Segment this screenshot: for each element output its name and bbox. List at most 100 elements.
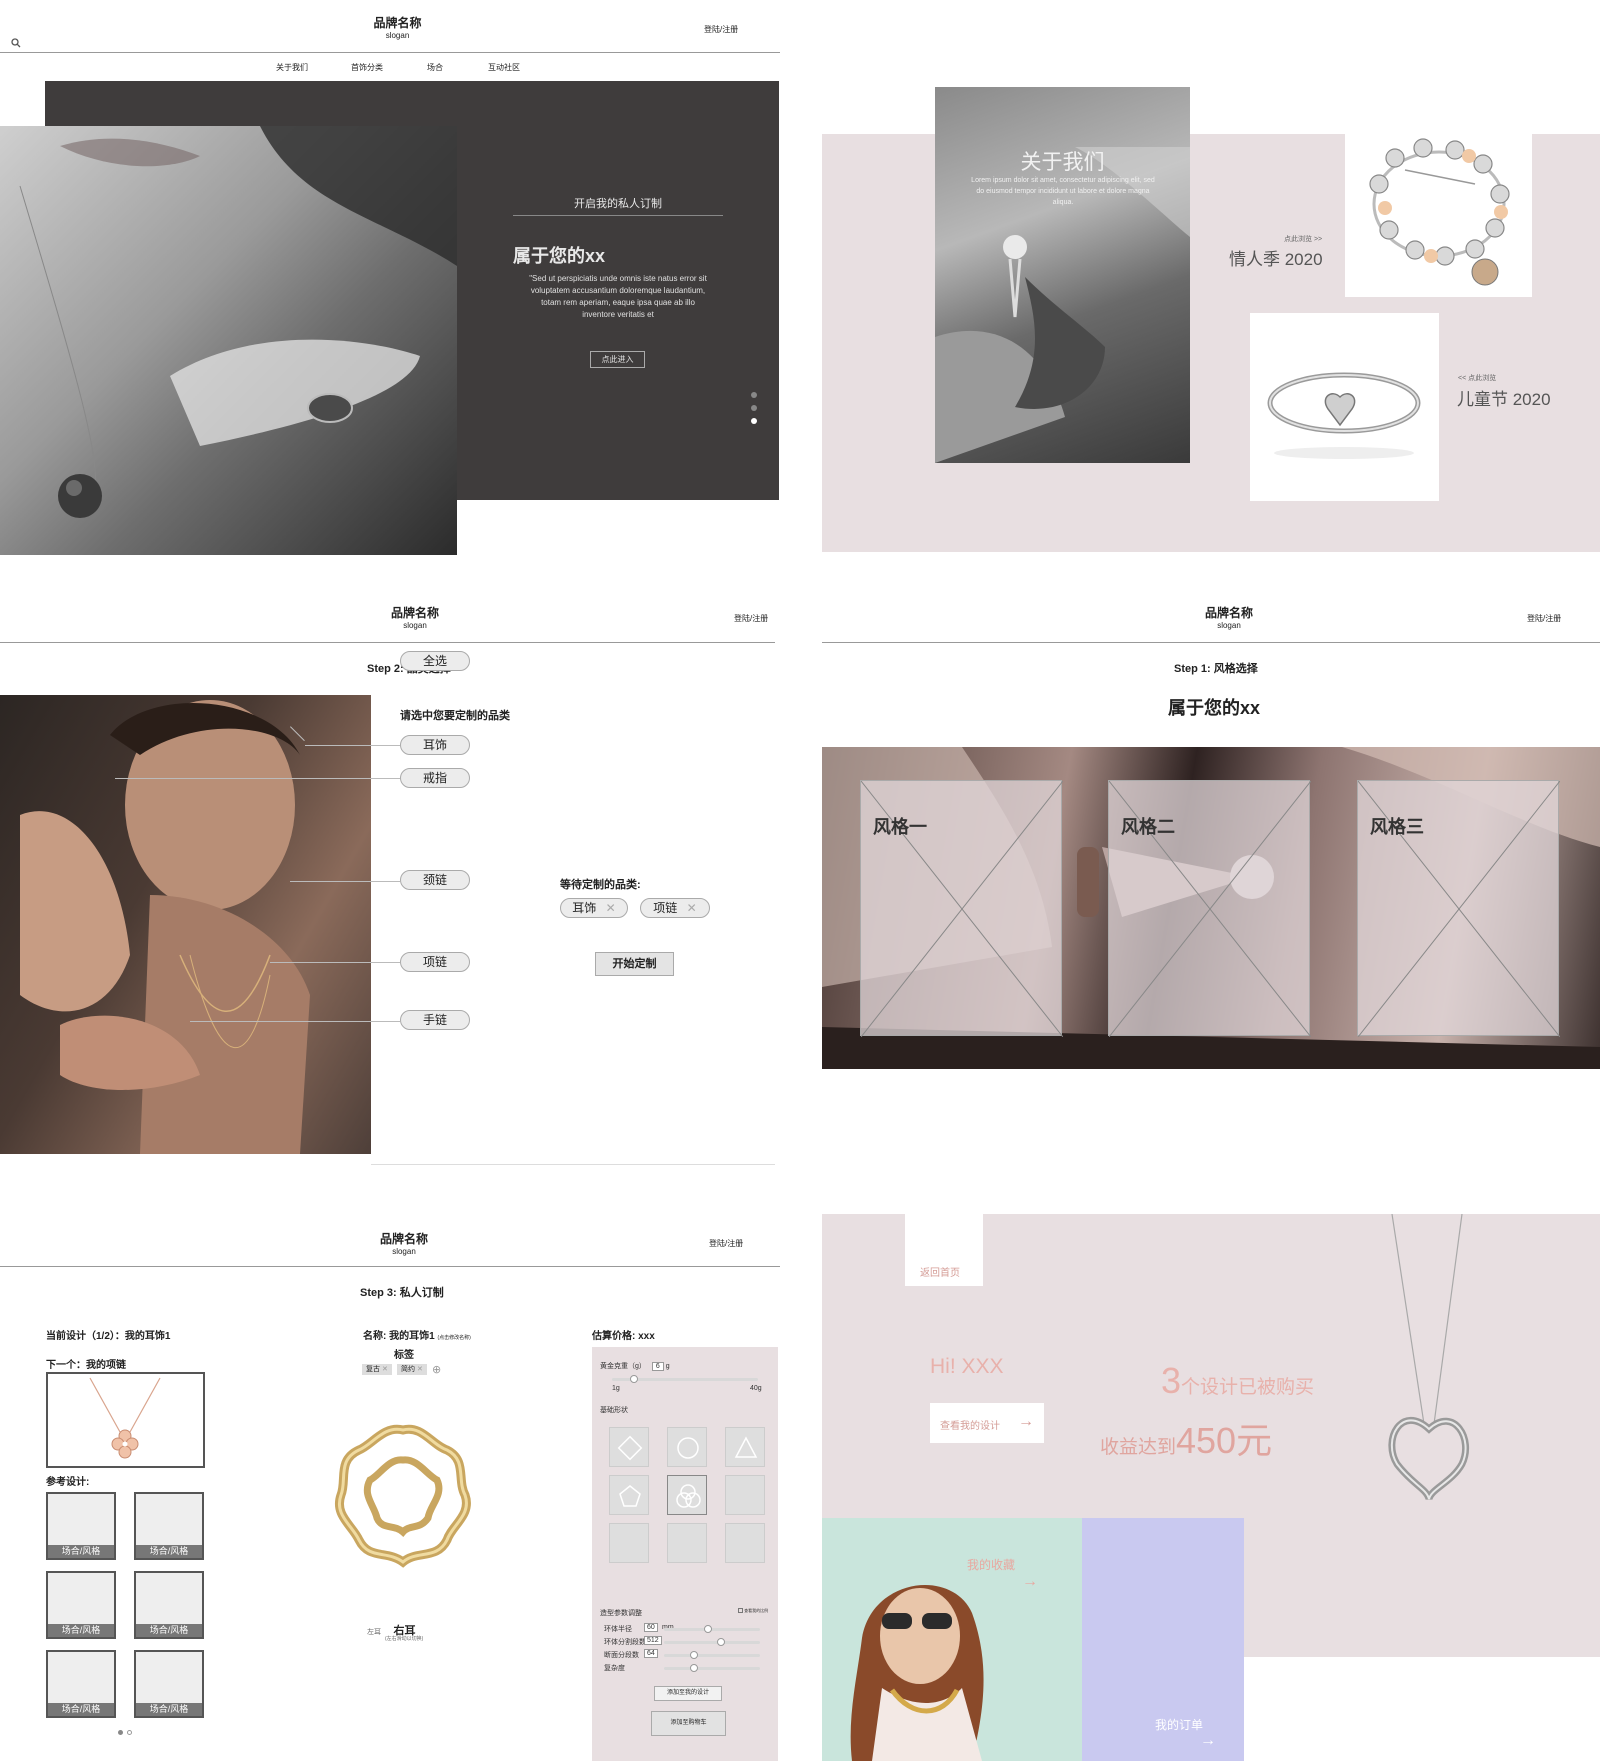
valentine-bracelet-photo[interactable] <box>1345 104 1532 297</box>
param-value[interactable]: 512 <box>644 1636 662 1645</box>
next-design-preview[interactable] <box>46 1372 205 1468</box>
orders-card[interactable]: 我的订单 → <box>1082 1518 1244 1761</box>
arrow-right-icon: → <box>1200 1732 1216 1749</box>
nav-item-community[interactable]: 互动社区 <box>488 62 520 73</box>
earring-preview[interactable] <box>332 1420 474 1570</box>
page-dot[interactable] <box>127 1730 132 1735</box>
brand-block[interactable]: 品牌名称 slogan <box>340 14 455 40</box>
nav-item-category[interactable]: 首饰分类 <box>351 62 383 73</box>
reference-thumb-4[interactable]: 场合/风格 <box>134 1571 204 1639</box>
carousel-dot[interactable] <box>751 405 757 411</box>
reference-thumb-5[interactable]: 场合/风格 <box>46 1650 116 1718</box>
remove-icon[interactable]: ✕ <box>606 901 616 915</box>
category-choker[interactable]: 颈链 <box>400 870 470 890</box>
reference-thumb-2[interactable]: 场合/风格 <box>134 1492 204 1560</box>
favorites-card[interactable]: 我的收藏 → <box>822 1518 1082 1761</box>
shape-circle[interactable] <box>667 1427 707 1467</box>
add-tag-icon[interactable]: ⊕ <box>432 1363 441 1376</box>
checkbox-icon[interactable] <box>738 1608 743 1614</box>
next-design-label[interactable]: 下一个：我的项链 <box>46 1356 126 1371</box>
shape-empty[interactable] <box>725 1475 765 1515</box>
design-page-dots <box>118 1730 138 1736</box>
back-home-tab[interactable]: 返回首页 <box>905 1214 983 1286</box>
param-label: 复杂度 <box>604 1665 625 1672</box>
param-value[interactable]: 64 <box>644 1649 658 1658</box>
current-design-label: 当前设计（1/2）：我的耳饰1 <box>46 1331 171 1342</box>
enter-button[interactable]: 点此进入 <box>590 351 645 368</box>
category-bracelet[interactable]: 手链 <box>400 1010 470 1030</box>
ear-left-option[interactable]: 左耳 <box>367 1629 381 1636</box>
gold-weight-slider[interactable] <box>612 1375 758 1383</box>
shape-cluster-selected[interactable] <box>667 1475 707 1515</box>
slider-knob[interactable] <box>717 1638 725 1646</box>
search-icon[interactable] <box>11 35 21 48</box>
view-designs-button[interactable]: 查看我的设计 → <box>930 1403 1044 1443</box>
start-custom-button[interactable]: 开始定制 <box>595 952 674 976</box>
design-name-label[interactable]: 名称: 我的耳饰1 (点击修改名称) <box>363 1327 471 1342</box>
login-link[interactable]: 登陆/注册 <box>734 613 768 624</box>
shape-empty[interactable] <box>609 1523 649 1563</box>
valentine-title[interactable]: 情人季 2020 <box>1229 245 1323 270</box>
children-browse-link[interactable]: << 点此浏览 <box>1458 373 1496 383</box>
style-option-1[interactable]: 风格一 <box>860 780 1063 1037</box>
shape-triangle[interactable] <box>725 1427 765 1467</box>
shape-empty[interactable] <box>725 1523 765 1563</box>
view-ratio-checkbox[interactable]: 查看我的比例 <box>738 1608 768 1614</box>
style-option-label: 风格一 <box>873 817 927 837</box>
brand-block[interactable]: 品牌名称 slogan <box>380 604 450 630</box>
add-to-cart-button[interactable]: 添加至购物车 <box>651 1711 726 1736</box>
reference-thumb-1[interactable]: 场合/风格 <box>46 1492 116 1560</box>
category-ring[interactable]: 戒指 <box>400 768 470 788</box>
step-title: Step 1: 风格选择 <box>1174 663 1258 675</box>
style-page-title: 属于您的xx <box>1168 698 1261 718</box>
shape-pentagon[interactable] <box>609 1475 649 1515</box>
children-title[interactable]: 儿童节 2020 <box>1457 385 1551 410</box>
brand-block[interactable]: 品牌名称 slogan <box>369 1230 439 1256</box>
remove-icon[interactable]: ✕ <box>417 1366 423 1373</box>
param-slider[interactable] <box>664 1651 760 1659</box>
slider-knob[interactable] <box>690 1651 698 1659</box>
add-to-design-button[interactable]: 添加至我的设计 <box>654 1686 722 1701</box>
param-adjust-label: 造型参数调整 <box>600 1610 642 1617</box>
tag-chip-label: 复古 <box>366 1366 380 1373</box>
pending-chip-label: 项链 <box>653 901 678 915</box>
remove-icon[interactable]: ✕ <box>687 901 697 915</box>
reference-thumb-6[interactable]: 场合/风格 <box>134 1650 204 1718</box>
hero-quote: "Sed ut perspiciatis unde omnis iste nat… <box>529 274 707 319</box>
param-slider[interactable] <box>664 1664 760 1672</box>
brand-block[interactable]: 品牌名称 slogan <box>1194 604 1264 630</box>
select-all-button[interactable]: 全选 <box>400 651 470 671</box>
reference-thumb-3[interactable]: 场合/风格 <box>46 1571 116 1639</box>
slider-knob[interactable] <box>630 1375 638 1383</box>
login-link[interactable]: 登陆/注册 <box>709 1238 743 1249</box>
param-slider[interactable] <box>664 1638 760 1646</box>
about-title[interactable]: 关于我们 <box>935 146 1190 176</box>
login-link[interactable]: 登陆/注册 <box>704 24 738 35</box>
carousel-dot[interactable] <box>751 392 757 398</box>
page-dot-active[interactable] <box>118 1730 123 1735</box>
slider-knob[interactable] <box>704 1625 712 1633</box>
checkbox-label: 查看我的比例 <box>744 1608 769 1613</box>
tag-chip-minimal[interactable]: 简约 ✕ <box>397 1364 427 1375</box>
style-option-3[interactable]: 风格三 <box>1357 780 1560 1037</box>
gold-weight-value[interactable]: 6 <box>651 1362 664 1371</box>
shape-empty[interactable] <box>667 1523 707 1563</box>
tag-chip-vintage[interactable]: 复古 ✕ <box>362 1364 392 1375</box>
carousel-dot-active[interactable] <box>751 418 757 424</box>
login-link[interactable]: 登陆/注册 <box>1527 613 1561 624</box>
valentine-browse-link[interactable]: 点此浏览 >> <box>1284 234 1322 244</box>
children-bangle-photo[interactable] <box>1250 313 1439 501</box>
nav-item-occasion[interactable]: 场合 <box>427 62 443 73</box>
category-earring[interactable]: 耳饰 <box>400 735 470 755</box>
param-value[interactable]: 60 <box>644 1623 658 1632</box>
remove-icon[interactable]: ✕ <box>382 1366 388 1373</box>
nav-item-about[interactable]: 关于我们 <box>276 62 308 73</box>
category-necklace[interactable]: 项链 <box>400 952 470 972</box>
param-slider[interactable] <box>664 1625 760 1633</box>
slider-knob[interactable] <box>690 1664 698 1672</box>
shape-diamond[interactable] <box>609 1427 649 1467</box>
style-option-2[interactable]: 风格二 <box>1108 780 1311 1037</box>
pending-chip-earring[interactable]: 耳饰 ✕ <box>560 898 628 918</box>
gold-min-label: 1g <box>612 1385 620 1392</box>
pending-chip-necklace[interactable]: 项链 ✕ <box>640 898 710 918</box>
